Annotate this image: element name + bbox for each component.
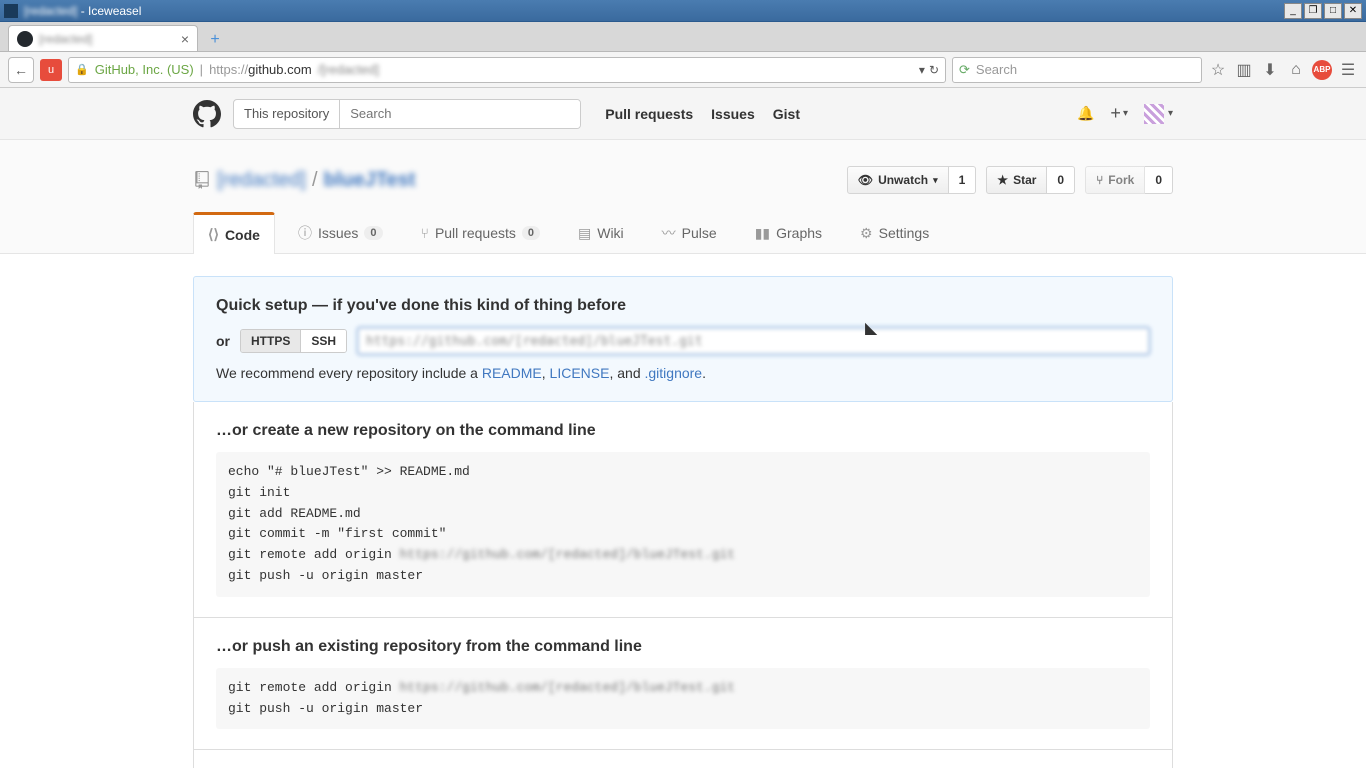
home-icon[interactable]: ⌂ (1286, 60, 1306, 80)
menu-icon[interactable]: ☰ (1338, 60, 1358, 80)
ublock-icon[interactable]: u (40, 59, 62, 81)
search-engine-icon: ⟳ (959, 62, 970, 78)
site-identity: GitHub, Inc. (US) (95, 62, 194, 77)
create-code[interactable]: echo "# blueJTest" >> README.md git init… (216, 452, 1150, 597)
github-search-input[interactable] (340, 100, 580, 128)
browser-toolbar: ← u 🔒 GitHub, Inc. (US) | https://github… (0, 52, 1366, 88)
new-tab-button[interactable]: + (202, 29, 228, 51)
tab-pulse[interactable]: 〰 Pulse (647, 212, 732, 253)
lock-icon: 🔒 (75, 63, 89, 76)
watch-button-group: 👁 Unwatch ▾ 1 (847, 166, 976, 194)
url-bar[interactable]: 🔒 GitHub, Inc. (US) | https://github.com… (68, 57, 946, 83)
book-icon: ▤ (578, 225, 591, 242)
pulse-icon: 〰 (662, 223, 676, 243)
notifications-bell-icon[interactable]: 🔔 (1077, 105, 1094, 122)
create-repo-section: …or create a new repository on the comma… (193, 402, 1173, 618)
tab-graphs[interactable]: ▮▮ Graphs (740, 212, 837, 253)
unwatch-button[interactable]: 👁 Unwatch ▾ (847, 166, 949, 194)
github-search[interactable]: This repository (233, 99, 581, 129)
graph-icon: ▮▮ (755, 225, 770, 242)
star-icon: ★ (997, 173, 1008, 187)
tab-wiki[interactable]: ▤ Wiki (563, 212, 639, 253)
protocol-toggle: HTTPS SSH (240, 329, 347, 353)
create-new-dropdown[interactable]: +▾ (1110, 103, 1128, 124)
nav-issues[interactable]: Issues (711, 106, 755, 122)
clone-url-field[interactable] (357, 327, 1150, 355)
browser-search[interactable]: ⟳ Search (952, 57, 1202, 83)
close-window-button[interactable]: ✕ (1344, 3, 1362, 19)
adblock-icon[interactable]: ABP (1312, 60, 1332, 80)
minimize-button[interactable]: _ (1284, 3, 1302, 19)
repo-owner-link[interactable]: [redacted] (217, 169, 306, 192)
tab-strip: [redacted] × + (0, 22, 1366, 52)
push-code[interactable]: git remote add origin https://github.com… (216, 668, 1150, 730)
or-label: or (216, 333, 230, 349)
quick-setup-heading: Quick setup — if you've done this kind o… (216, 297, 1150, 315)
readme-link[interactable]: README (482, 365, 542, 381)
license-link[interactable]: LICENSE (550, 365, 610, 381)
github-header: This repository Pull requests Issues Gis… (0, 88, 1366, 140)
fork-button-group: ⑂ Fork 0 (1085, 166, 1173, 194)
push-heading: …or push an existing repository from the… (216, 638, 1150, 656)
pr-icon: ⑂ (421, 225, 429, 241)
reload-button[interactable]: ↻ (929, 63, 939, 77)
repo-icon (193, 171, 211, 189)
nav-pull-requests[interactable]: Pull requests (605, 106, 693, 122)
star-button[interactable]: ★ Star (986, 166, 1047, 194)
create-heading: …or create a new repository on the comma… (216, 422, 1150, 440)
avatar (1144, 104, 1164, 124)
back-button[interactable]: ← (8, 57, 34, 83)
user-menu[interactable]: ▾ (1144, 104, 1173, 124)
github-favicon (17, 31, 33, 47)
dropdown-icon[interactable]: ▾ (919, 63, 925, 77)
window-title: [redacted] - Iceweasel (24, 4, 1284, 18)
star-button-group: ★ Star 0 (986, 166, 1075, 194)
library-icon[interactable]: ▥ (1234, 60, 1254, 80)
star-count[interactable]: 0 (1047, 166, 1075, 194)
gitignore-link[interactable]: .gitignore (645, 365, 703, 381)
https-button[interactable]: HTTPS (241, 330, 301, 352)
watchers-count[interactable]: 1 (949, 166, 977, 194)
nav-gist[interactable]: Gist (773, 106, 800, 122)
tab-issues[interactable]: ⓘ Issues 0 (283, 212, 398, 253)
issue-icon: ⓘ (298, 223, 312, 243)
tab-settings[interactable]: ⚙ Settings (845, 212, 944, 253)
window-titlebar: [redacted] - Iceweasel _ ❐ □ ✕ (0, 0, 1366, 22)
bookmark-star-icon[interactable]: ☆ (1208, 60, 1228, 80)
maximize-button[interactable]: □ (1324, 3, 1342, 19)
quick-setup-box: Quick setup — if you've done this kind o… (193, 276, 1173, 402)
repo-header: [redacted] / blueJTest 👁 Unwatch ▾ 1 ★ (0, 140, 1366, 254)
browser-tab[interactable]: [redacted] × (8, 25, 198, 51)
push-repo-section: …or push an existing repository from the… (193, 618, 1173, 751)
fork-button[interactable]: ⑂ Fork (1085, 166, 1145, 194)
tab-label: [redacted] (39, 32, 175, 46)
recommend-text: We recommend every repository include a … (216, 365, 1150, 381)
ssh-button[interactable]: SSH (301, 330, 346, 352)
search-context[interactable]: This repository (234, 100, 340, 128)
restore-button[interactable]: ❐ (1304, 3, 1322, 19)
repo-title: [redacted] / blueJTest (193, 169, 415, 192)
eye-icon: 👁 (858, 173, 873, 187)
fork-icon: ⑂ (1096, 173, 1103, 187)
code-icon: ⟨⟩ (208, 226, 219, 243)
import-section: …or import code from another repository … (193, 750, 1173, 768)
repo-name-link[interactable]: blueJTest (324, 169, 416, 192)
downloads-icon[interactable]: ⬇ (1260, 60, 1280, 80)
gear-icon: ⚙ (860, 225, 873, 242)
tab-close-button[interactable]: × (181, 31, 189, 47)
fork-count[interactable]: 0 (1145, 166, 1173, 194)
repo-tabs: ⟨⟩ Code ⓘ Issues 0 ⑂ Pull requests 0 ▤ W… (193, 212, 1173, 253)
tab-pull-requests[interactable]: ⑂ Pull requests 0 (406, 212, 555, 253)
tab-code[interactable]: ⟨⟩ Code (193, 212, 275, 254)
app-icon (4, 4, 18, 18)
github-logo-icon[interactable] (193, 100, 221, 128)
